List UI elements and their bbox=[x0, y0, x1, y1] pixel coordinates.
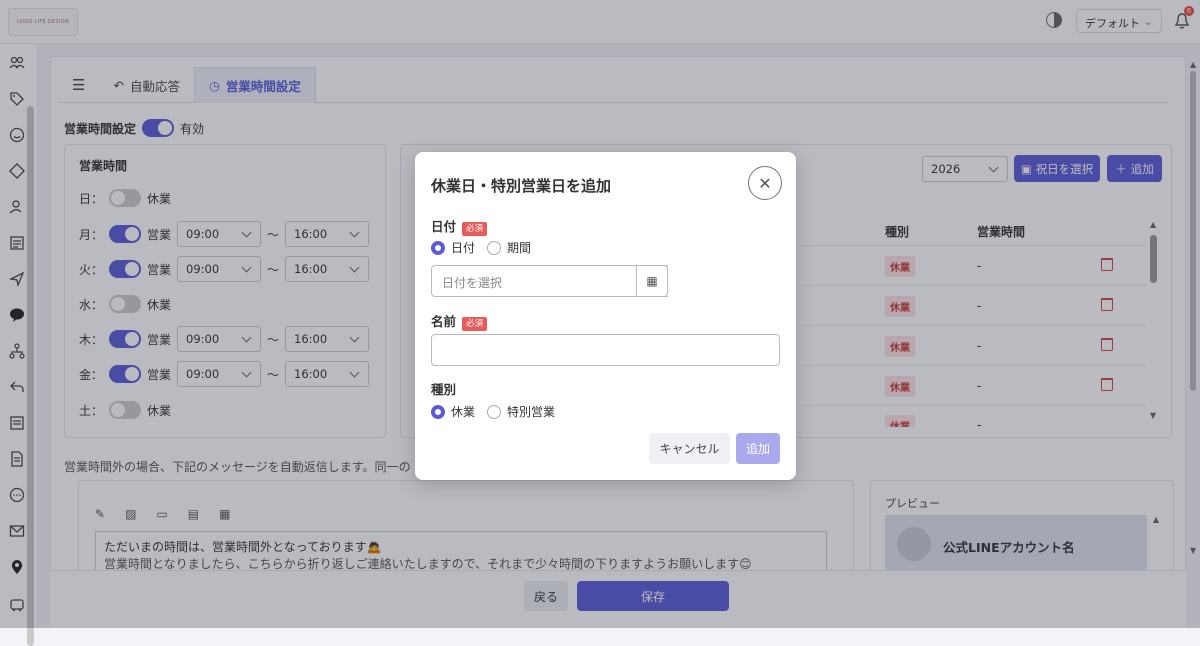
radio-closed[interactable] bbox=[431, 404, 445, 419]
name-label-row: 名前 必須 bbox=[431, 311, 488, 331]
radio-label: 期間 bbox=[507, 241, 532, 255]
date-label: 日付 bbox=[431, 219, 457, 234]
required-badge: 必須 bbox=[462, 316, 488, 331]
name-input[interactable] bbox=[431, 334, 780, 366]
date-label-row: 日付 必須 bbox=[431, 216, 488, 236]
radio-period[interactable] bbox=[487, 240, 502, 255]
close-icon: ✕ bbox=[758, 173, 772, 193]
modal-title: 休業日・特別営業日を追加 bbox=[431, 177, 612, 195]
date-input[interactable]: 日付を選択 bbox=[431, 265, 668, 297]
radio-date[interactable] bbox=[431, 240, 445, 255]
date-type-radios: 日付 期間 bbox=[431, 239, 531, 256]
name-label: 名前 bbox=[431, 314, 457, 329]
required-badge: 必須 bbox=[462, 221, 488, 236]
calendar-icon: ▦ bbox=[646, 274, 658, 288]
close-button[interactable]: ✕ bbox=[748, 166, 782, 200]
add-button[interactable]: 追加 bbox=[736, 433, 780, 464]
radio-special[interactable] bbox=[487, 404, 502, 419]
radio-label: 休業 bbox=[451, 405, 476, 419]
cancel-button[interactable]: キャンセル bbox=[649, 433, 730, 464]
type-radios: 休業 特別営業 bbox=[431, 403, 555, 420]
radio-label: 特別営業 bbox=[507, 405, 556, 419]
calendar-button[interactable]: ▦ bbox=[636, 265, 668, 297]
type-label: 種別 bbox=[431, 382, 457, 397]
add-holiday-modal: 休業日・特別営業日を追加 ✕ 日付 必須 日付 期間 日付を選択 ▦ 名前 必須 種… bbox=[415, 152, 796, 480]
type-label-row: 種別 bbox=[431, 379, 456, 398]
radio-label: 日付 bbox=[451, 241, 476, 255]
